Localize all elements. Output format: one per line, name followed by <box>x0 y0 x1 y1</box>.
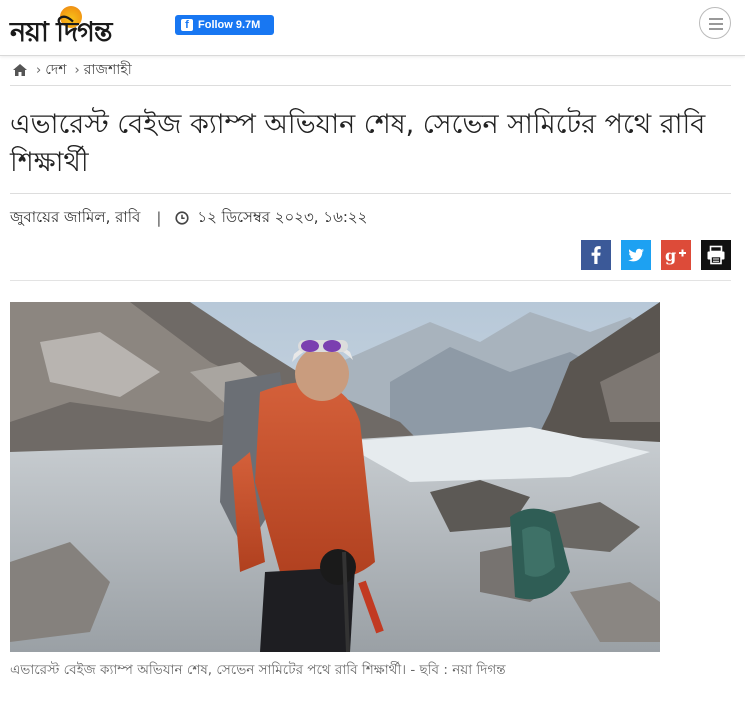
svg-text:g: g <box>665 246 676 265</box>
article-photo[interactable] <box>10 302 660 652</box>
print-button[interactable] <box>701 240 731 270</box>
breadcrumb: › দেশ › রাজশাহী <box>12 60 132 80</box>
article-meta: জুবায়ের জামিল, রাবি | ১২ ডিসেম্বর ২০২৩,… <box>10 207 367 229</box>
meta-separator: | <box>156 209 162 227</box>
menu-button[interactable] <box>699 7 731 39</box>
print-icon <box>707 245 725 265</box>
photo-caption: এভারেস্ট বেইজ ক্যাম্প অভিযান শেষ, সেভেন … <box>10 662 506 678</box>
twitter-icon <box>628 248 644 262</box>
divider <box>10 280 731 281</box>
facebook-follow-label: Follow 9.7M <box>198 19 261 31</box>
author-name[interactable]: জুবায়ের জামিল, রাবি <box>10 206 140 231</box>
breadcrumb-item-rajshahi[interactable]: রাজশাহী <box>84 58 132 82</box>
publish-date: ১২ ডিসেম্বর ২০২৩, ১৬:২২ <box>197 207 368 226</box>
divider <box>10 85 731 86</box>
chevron-right-icon: › <box>36 62 42 78</box>
facebook-follow-button[interactable]: f Follow 9.7M <box>175 15 274 35</box>
breadcrumb-item-desh[interactable]: দেশ <box>45 58 66 82</box>
menu-icon <box>709 18 723 20</box>
divider <box>10 193 731 194</box>
google-plus-icon: g <box>665 246 686 265</box>
share-facebook-button[interactable] <box>581 240 611 270</box>
mountain-photo-illustration <box>10 302 660 652</box>
facebook-icon <box>591 246 601 264</box>
logo-text: নয়া দিগন্ত <box>10 17 112 48</box>
clock-icon <box>175 211 190 225</box>
site-logo[interactable]: নয়া দিগন্ত <box>8 4 164 48</box>
share-google-plus-button[interactable]: g <box>661 240 691 270</box>
site-header: নয়া দিগন্ত f Follow 9.7M <box>0 0 745 56</box>
home-icon[interactable] <box>12 63 28 77</box>
article-title: এভারেস্ট বেইজ ক্যাম্প অভিযান শেষ, সেভেন … <box>10 109 706 178</box>
share-twitter-button[interactable] <box>621 240 651 270</box>
chevron-right-icon: › <box>74 62 80 78</box>
facebook-icon: f <box>181 19 193 31</box>
